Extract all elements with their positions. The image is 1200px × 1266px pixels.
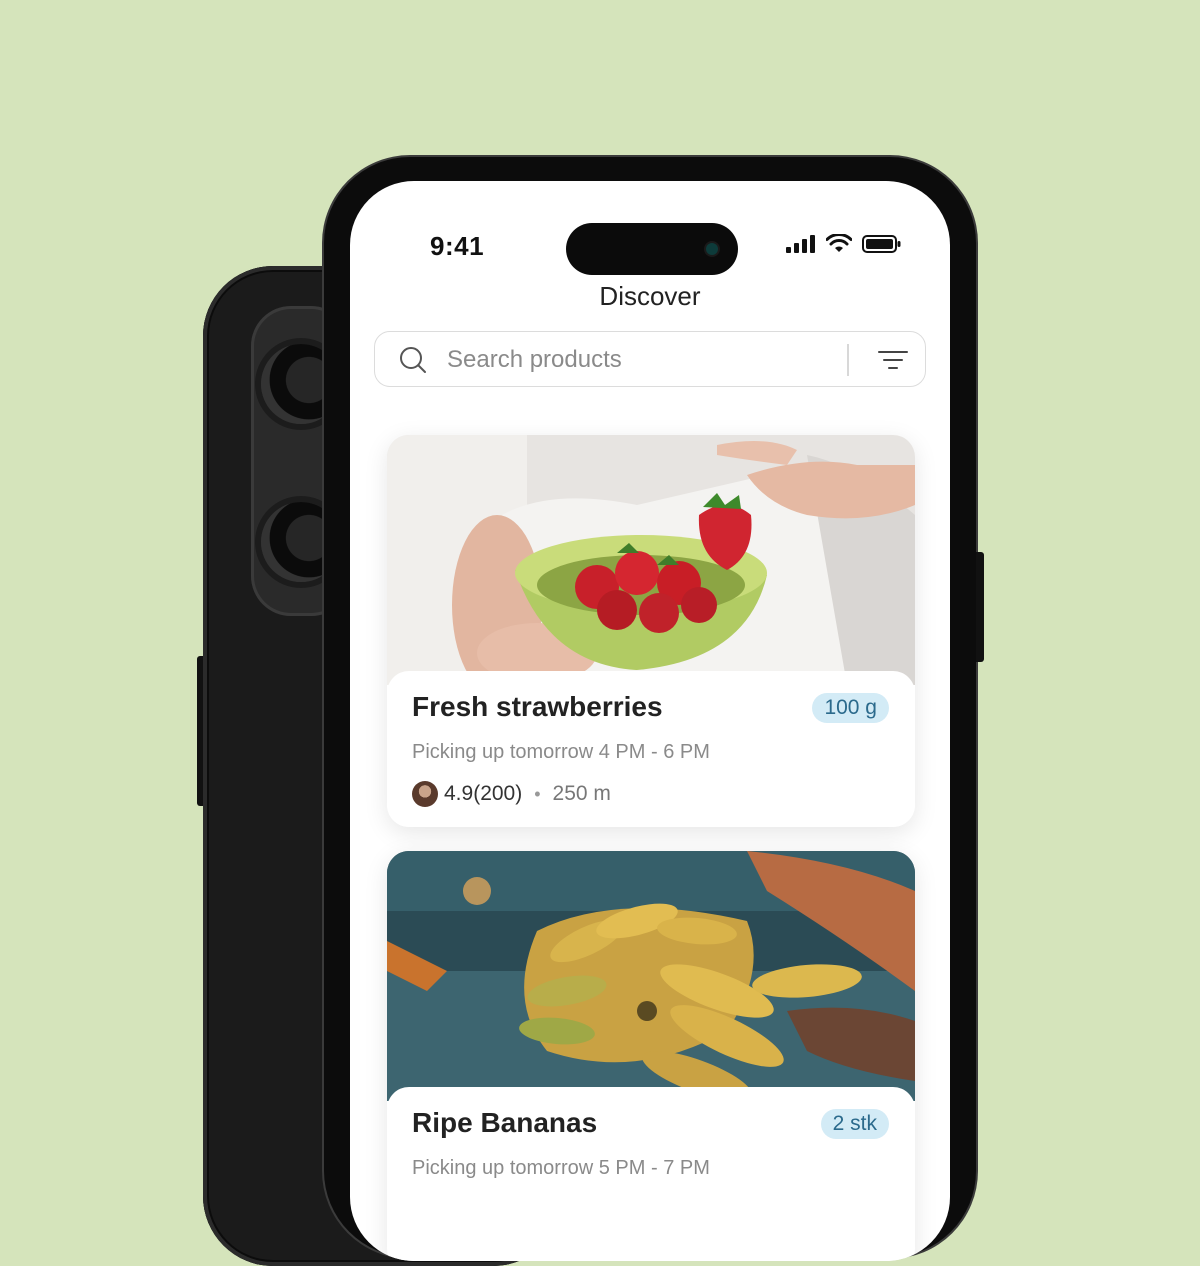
product-info: Fresh strawberries 100 g Picking up tomo…: [387, 671, 915, 827]
pickup-time: Picking up tomorrow 5 PM - 7 PM: [412, 1157, 710, 1179]
review-count: (200): [473, 782, 523, 805]
avatar: [412, 781, 438, 807]
rating-value: 4.9: [444, 782, 474, 805]
signal-icon: [786, 235, 815, 253]
phone-screen: 9:41 Discover Search products Fresh stra…: [350, 181, 950, 1261]
product-card[interactable]: Fresh strawberries 100 g Picking up tomo…: [387, 435, 915, 827]
search-icon: [400, 347, 426, 373]
product-title: Ripe Bananas: [412, 1107, 598, 1138]
product-meta: 4.9 (200) • 250 m: [412, 781, 611, 807]
page-title: Discover: [599, 281, 701, 311]
battery-icon: [862, 235, 901, 253]
status-time: 9:41: [430, 231, 485, 261]
front-phone: 9:41 Discover Search products Fresh stra…: [324, 157, 984, 1261]
product-title: Fresh strawberries: [412, 691, 663, 722]
separator-dot-icon: •: [534, 783, 541, 804]
search-divider: [847, 344, 849, 376]
wifi-icon: [826, 234, 852, 252]
product-image: [387, 435, 915, 685]
search-input[interactable]: Search products: [447, 346, 622, 374]
quantity-badge: 100 g: [812, 693, 889, 723]
distance: 250 m: [552, 782, 611, 805]
quantity-badge: 2 stk: [820, 1109, 889, 1139]
side-button: [976, 552, 984, 662]
status-bar: 9:41: [350, 181, 950, 275]
front-camera-icon: [706, 243, 718, 255]
filter-icon[interactable]: [875, 346, 911, 374]
side-button: [197, 656, 203, 806]
pickup-time: Picking up tomorrow 4 PM - 6 PM: [412, 741, 710, 763]
search-bar[interactable]: Search products: [374, 331, 926, 387]
product-info: Ripe Bananas 2 stk Picking up tomorrow 5…: [387, 1087, 915, 1243]
status-icons: [786, 231, 902, 257]
product-image: [387, 851, 915, 1101]
dynamic-island: [566, 223, 738, 275]
